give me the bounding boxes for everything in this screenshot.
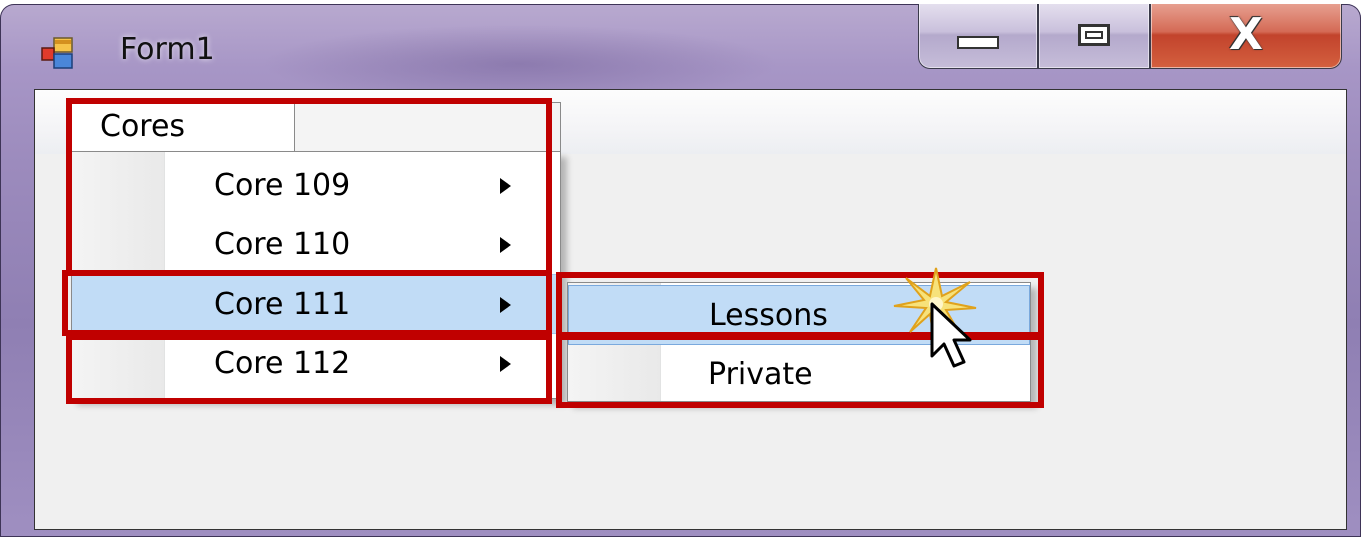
close-button[interactable]: X [1150, 4, 1342, 69]
menu-item-label: Core 110 [214, 227, 351, 262]
menu-item-label: Core 111 [214, 287, 351, 322]
click-burst-icon [893, 267, 977, 368]
caption-buttons: X [918, 4, 1342, 69]
menu-cores-label: Cores [100, 109, 186, 144]
maximize-button[interactable] [1038, 4, 1150, 69]
submenu-arrow-icon [500, 297, 511, 313]
form-client-area: Cores Core 109 Core 110 Core 111 Core 11… [34, 89, 1347, 530]
cores-dropdown: Core 109 Core 110 Core 111 Core 112 [71, 151, 561, 399]
menu-item-core-111[interactable]: Core 111 [72, 274, 560, 334]
submenu-arrow-icon [500, 237, 511, 253]
menu-item-label: Core 112 [214, 346, 351, 381]
app-form-icon[interactable] [40, 36, 74, 70]
minimize-button[interactable] [918, 4, 1038, 69]
submenu-arrow-icon [500, 356, 511, 372]
minimize-icon [957, 35, 999, 49]
arrow-cursor-icon [930, 302, 972, 368]
menu-item-core-112[interactable]: Core 112 [72, 334, 560, 394]
menu-item-label: Core 109 [214, 168, 351, 203]
menu-dropdown-header [295, 102, 561, 152]
menu-strip: Cores [35, 90, 1346, 154]
maximize-icon [1078, 24, 1110, 46]
mouse-cursor [888, 264, 998, 374]
close-icon: X [1229, 9, 1263, 60]
menu-item-core-109[interactable]: Core 109 [72, 156, 560, 216]
menu-cores[interactable]: Cores [67, 102, 295, 152]
window-title: Form1 [120, 32, 215, 67]
submenu-item-label: Private [708, 357, 813, 392]
menu-item-core-110[interactable]: Core 110 [72, 215, 560, 275]
submenu-item-label: Lessons [709, 298, 828, 333]
submenu-arrow-icon [500, 178, 511, 194]
title-bar[interactable]: Form1 X [0, 4, 1361, 92]
